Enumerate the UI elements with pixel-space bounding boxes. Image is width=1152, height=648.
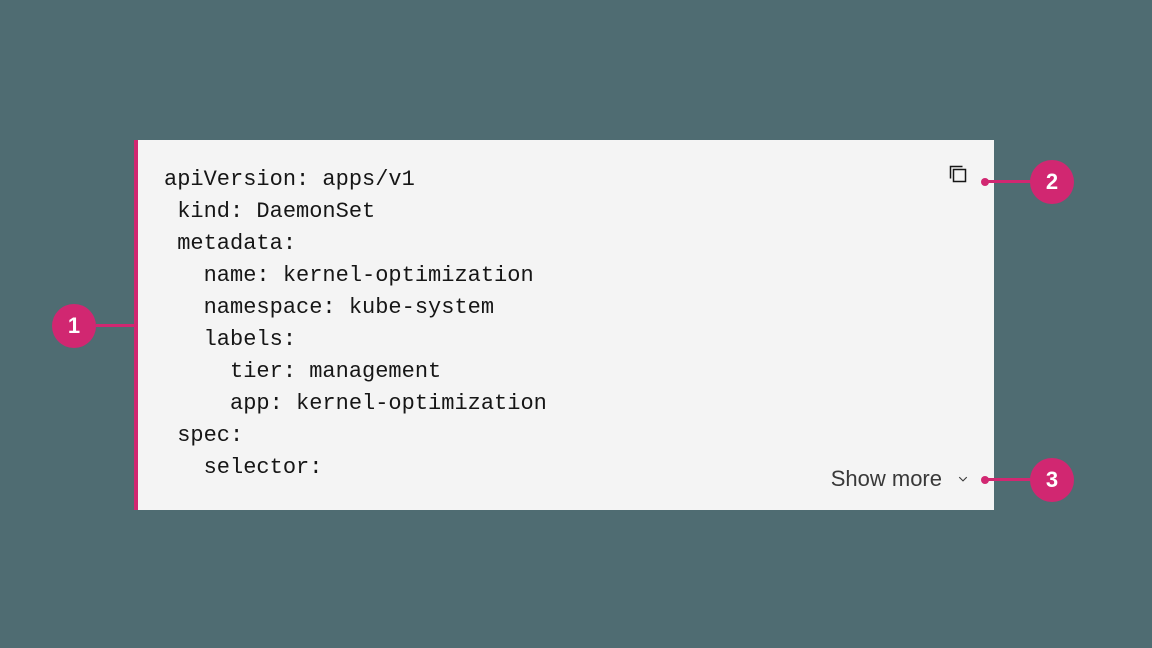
- annotation-number-3: 3: [1046, 467, 1058, 493]
- annotation-badge-2: 2: [1030, 160, 1074, 204]
- copy-icon: [946, 162, 970, 191]
- annotation-connector-1: [96, 324, 136, 327]
- annotation-connector-3: [985, 478, 1031, 481]
- show-more-label: Show more: [831, 466, 942, 492]
- annotation-number-2: 2: [1046, 169, 1058, 195]
- annotation-number-1: 1: [68, 313, 80, 339]
- code-content: apiVersion: apps/v1 kind: DaemonSet meta…: [138, 140, 994, 508]
- annotation-badge-3: 3: [1030, 458, 1074, 502]
- annotation-connector-2: [985, 180, 1031, 183]
- copy-button[interactable]: [944, 162, 972, 190]
- show-more-button[interactable]: Show more: [831, 466, 972, 492]
- code-snippet-container: apiVersion: apps/v1 kind: DaemonSet meta…: [134, 140, 994, 510]
- chevron-down-icon: [954, 470, 972, 488]
- annotation-badge-1: 1: [52, 304, 96, 348]
